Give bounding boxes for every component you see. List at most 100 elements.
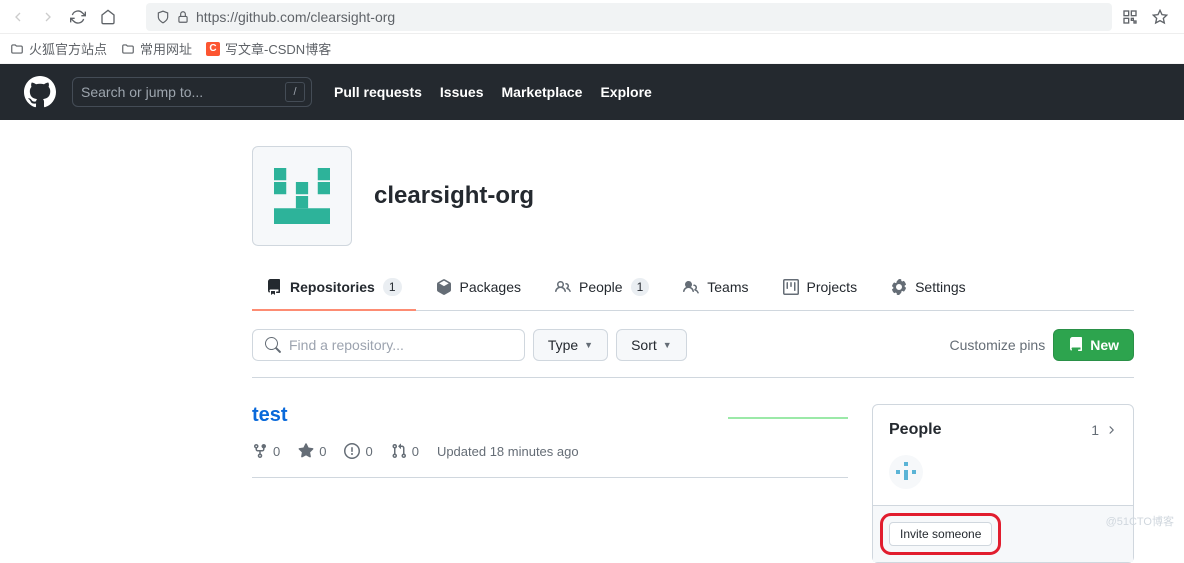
tab-count: 1 (631, 278, 650, 296)
repo-name-link[interactable]: test (252, 404, 288, 426)
identicon-icon (267, 161, 337, 231)
new-button-label: New (1090, 337, 1119, 353)
type-select[interactable]: Type ▼ (533, 329, 608, 361)
invite-someone-button[interactable]: Invite someone (889, 522, 992, 546)
stars-count[interactable]: 0 (298, 443, 326, 459)
filter-row: Type ▼ Sort ▼ Customize pins New (252, 329, 1134, 361)
tab-people[interactable]: People 1 (541, 270, 663, 310)
tab-repositories[interactable]: Repositories 1 (252, 270, 416, 310)
bookmark-item[interactable]: 常用网址 (121, 39, 192, 58)
tab-teams[interactable]: Teams (669, 270, 762, 310)
bookmark-star-icon[interactable] (1152, 9, 1168, 25)
back-button[interactable] (10, 9, 26, 25)
nav-pull-requests[interactable]: Pull requests (334, 84, 422, 100)
forks-count[interactable]: 0 (252, 443, 280, 459)
browser-nav-buttons (10, 9, 116, 25)
nav-issues[interactable]: Issues (440, 84, 484, 100)
package-icon (436, 279, 452, 295)
people-icon (555, 279, 571, 295)
lock-icon (176, 10, 190, 24)
home-button[interactable] (100, 9, 116, 25)
shield-icon (156, 10, 170, 24)
bookmark-label: 常用网址 (140, 39, 192, 58)
caret-icon: ▼ (663, 340, 672, 350)
browser-toolbar: https://github.com/clearsight-org (0, 0, 1184, 34)
people-box-header[interactable]: People 1 (873, 405, 1133, 455)
browser-right-icons (1122, 9, 1174, 25)
people-title: People (889, 421, 941, 439)
reload-button[interactable] (70, 9, 86, 25)
slash-key-icon: / (285, 82, 305, 102)
tab-settings[interactable]: Settings (877, 270, 980, 310)
repo-meta: 0 0 0 0 Updated 18 minutes ago (252, 443, 848, 459)
caret-icon: ▼ (584, 340, 593, 350)
team-icon (683, 279, 699, 295)
issue-icon (344, 443, 360, 459)
url-bar[interactable]: https://github.com/clearsight-org (146, 3, 1112, 31)
find-repo-input[interactable] (252, 329, 525, 361)
bookmark-item[interactable]: C 写文章-CSDN博客 (206, 39, 331, 58)
github-header: / Pull requests Issues Marketplace Explo… (0, 64, 1184, 120)
qr-icon[interactable] (1122, 9, 1138, 25)
chevron-right-icon (1105, 424, 1117, 436)
new-repo-button[interactable]: New (1053, 329, 1134, 361)
csdn-icon: C (206, 42, 220, 56)
people-count-link[interactable]: 1 (1091, 422, 1117, 438)
sort-label: Sort (631, 337, 657, 353)
search-input[interactable] (81, 84, 271, 100)
divider (252, 377, 1134, 378)
identicon-icon (894, 460, 918, 484)
org-avatar[interactable] (252, 146, 352, 246)
tab-packages[interactable]: Packages (422, 270, 535, 310)
activity-sparkline (728, 408, 848, 428)
project-icon (783, 279, 799, 295)
find-repo-field[interactable] (289, 337, 512, 353)
folder-icon (121, 42, 135, 56)
url-text: https://github.com/clearsight-org (196, 9, 395, 25)
repo-item: test (252, 404, 848, 427)
forward-button[interactable] (40, 9, 56, 25)
updated-text: Updated 18 minutes ago (437, 444, 579, 459)
bookmark-item[interactable]: 火狐官方站点 (10, 39, 107, 58)
body-columns: test 0 0 0 0 Updated 18 minutes ago Peop… (252, 404, 1134, 563)
nav-explore[interactable]: Explore (600, 84, 651, 100)
github-search[interactable]: / (72, 77, 312, 107)
org-header: clearsight-org (252, 120, 1134, 270)
customize-pins-link[interactable]: Customize pins (950, 337, 1046, 353)
star-icon (298, 443, 314, 459)
pr-icon (391, 443, 407, 459)
tab-label: Settings (915, 279, 966, 295)
github-nav: Pull requests Issues Marketplace Explore (334, 84, 652, 100)
tab-label: Repositories (290, 279, 375, 295)
watermark: @51CTO博客 (1106, 513, 1174, 529)
member-avatar[interactable] (889, 455, 923, 489)
folder-icon (10, 42, 24, 56)
tab-projects[interactable]: Projects (769, 270, 872, 310)
tab-label: People (579, 279, 623, 295)
people-box: People 1 (872, 404, 1134, 563)
bookmark-label: 火狐官方站点 (29, 39, 107, 58)
github-logo-icon[interactable] (24, 76, 56, 108)
tab-label: Packages (460, 279, 521, 295)
type-label: Type (548, 337, 578, 353)
fork-icon (252, 443, 268, 459)
repo-list: test 0 0 0 0 Updated 18 minutes ago (252, 404, 848, 563)
org-name: clearsight-org (374, 182, 534, 210)
repo-icon (266, 279, 282, 295)
people-box-footer: Invite someone (873, 505, 1133, 562)
tab-count: 1 (383, 278, 402, 296)
people-box-body (873, 455, 1133, 505)
bookmark-label: 写文章-CSDN博客 (225, 39, 331, 58)
sort-select[interactable]: Sort ▼ (616, 329, 687, 361)
tab-label: Teams (707, 279, 748, 295)
repo-icon (1068, 337, 1084, 353)
nav-marketplace[interactable]: Marketplace (502, 84, 583, 100)
org-tabs: Repositories 1 Packages People 1 Teams P… (252, 270, 1134, 311)
search-icon (265, 337, 281, 353)
divider (252, 477, 848, 478)
prs-count[interactable]: 0 (391, 443, 419, 459)
issues-count[interactable]: 0 (344, 443, 372, 459)
tab-label: Projects (807, 279, 858, 295)
gear-icon (891, 279, 907, 295)
bookmarks-bar: 火狐官方站点 常用网址 C 写文章-CSDN博客 (0, 34, 1184, 64)
